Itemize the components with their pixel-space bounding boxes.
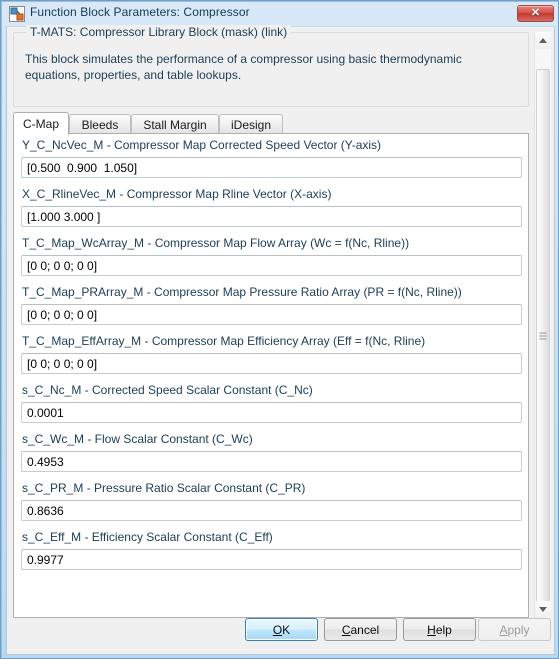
parameter-label: T_C_Map_PRArray_M - Compressor Map Press… — [22, 285, 462, 299]
scrollbar-grip-icon — [539, 332, 547, 339]
parameter-input[interactable] — [21, 206, 522, 227]
button-label: Apply — [499, 623, 529, 637]
parameter-input[interactable] — [21, 157, 522, 178]
tab-label: C-Map — [22, 117, 59, 131]
parameters-list: Y_C_NcVec_M - Compressor Map Corrected S… — [14, 134, 528, 575]
parameter-label: s_C_PR_M - Pressure Ratio Scalar Constan… — [22, 481, 306, 495]
button-label-rest: pply — [507, 622, 530, 637]
parameter-input[interactable] — [21, 353, 522, 374]
button-label: OK — [273, 623, 290, 637]
title-bar[interactable]: Function Block Parameters: Compressor ✕ — [1, 1, 558, 26]
button-mnemonic: O — [272, 622, 283, 637]
parameter-row: s_C_Nc_M - Corrected Speed Scalar Consta… — [14, 379, 528, 428]
window-title: Function Block Parameters: Compressor — [30, 5, 250, 19]
button-mnemonic: H — [427, 622, 436, 637]
apply-button[interactable]: Apply — [478, 618, 551, 641]
button-label-rest: elp — [435, 622, 452, 637]
parameter-row: X_C_RlineVec_M - Compressor Map Rline Ve… — [14, 183, 528, 232]
parameter-row: T_C_Map_WcArray_M - Compressor Map Flow … — [14, 232, 528, 281]
parameter-label: s_C_Nc_M - Corrected Speed Scalar Consta… — [22, 383, 313, 397]
scrollbar-track[interactable] — [535, 49, 551, 602]
tab-c-map[interactable]: C-Map — [13, 112, 69, 135]
parameter-input[interactable] — [21, 255, 522, 276]
parameter-label: T_C_Map_WcArray_M - Compressor Map Flow … — [22, 236, 410, 250]
parameter-label: Y_C_NcVec_M - Compressor Map Corrected S… — [22, 138, 382, 152]
tab-strip: C-Map Bleeds Stall Margin iDesign — [13, 112, 529, 135]
dialog-client-area: T-MATS: Compressor Library Block (mask) … — [6, 25, 556, 655]
button-label: Cancel — [342, 623, 379, 637]
parameter-row: s_C_Eff_M - Efficiency Scalar Constant (… — [14, 526, 528, 575]
triangle-down-icon — [539, 607, 547, 612]
scrollbar-thumb[interactable] — [536, 69, 550, 602]
parameter-label: T_C_Map_EffArray_M - Compressor Map Effi… — [22, 334, 426, 348]
parameter-row: Y_C_NcVec_M - Compressor Map Corrected S… — [14, 134, 528, 183]
help-button[interactable]: Help — [403, 618, 476, 641]
ok-button[interactable]: OK — [245, 618, 318, 641]
parameter-input[interactable] — [21, 304, 522, 325]
parameter-label: s_C_Eff_M - Efficiency Scalar Constant (… — [22, 530, 273, 544]
description-group: T-MATS: Compressor Library Block (mask) … — [13, 25, 529, 107]
parameter-row: T_C_Map_PRArray_M - Compressor Map Press… — [14, 281, 528, 330]
tab-idesign[interactable]: iDesign — [219, 114, 283, 134]
scroll-up-arrow-icon[interactable] — [535, 32, 551, 49]
button-label-rest: ancel — [350, 622, 380, 637]
dialog-button-bar: OK Cancel Help Apply — [7, 618, 556, 646]
tab-stall-margin[interactable]: Stall Margin — [131, 114, 219, 134]
parameter-row: T_C_Map_EffArray_M - Compressor Map Effi… — [14, 330, 528, 379]
close-icon: ✕ — [530, 7, 541, 19]
simulink-block-icon — [9, 6, 25, 22]
description-legend: T-MATS: Compressor Library Block (mask) … — [26, 25, 292, 39]
parameter-input[interactable] — [21, 451, 522, 472]
scroll-down-arrow-icon[interactable] — [535, 601, 551, 618]
parameter-row: s_C_Wc_M - Flow Scalar Constant (C_Wc) — [14, 428, 528, 477]
triangle-up-icon — [539, 38, 547, 43]
tab-strip-underline — [13, 133, 529, 134]
parameter-input[interactable] — [21, 402, 522, 423]
parameter-input[interactable] — [21, 500, 522, 521]
parameter-label: s_C_Wc_M - Flow Scalar Constant (C_Wc) — [22, 432, 253, 446]
button-label: Help — [427, 623, 452, 637]
button-label-rest: K — [282, 622, 291, 637]
tab-label: iDesign — [230, 117, 272, 132]
vertical-scrollbar[interactable] — [534, 32, 551, 618]
parameter-row: s_C_PR_M - Pressure Ratio Scalar Constan… — [14, 477, 528, 526]
tab-bleeds[interactable]: Bleeds — [69, 114, 131, 134]
function-block-parameters-dialog: Function Block Parameters: Compressor ✕ … — [0, 0, 559, 659]
parameter-input[interactable] — [21, 549, 522, 570]
parameters-panel: Y_C_NcVec_M - Compressor Map Corrected S… — [13, 134, 529, 618]
parameter-label: X_C_RlineVec_M - Compressor Map Rline Ve… — [22, 187, 332, 201]
close-button[interactable]: ✕ — [517, 5, 554, 22]
tab-label: Stall Margin — [143, 117, 207, 132]
tab-label: Bleeds — [81, 117, 119, 132]
description-text: This block simulates the performance of … — [25, 52, 462, 82]
button-mnemonic: A — [499, 622, 508, 637]
cancel-button[interactable]: Cancel — [324, 618, 397, 641]
